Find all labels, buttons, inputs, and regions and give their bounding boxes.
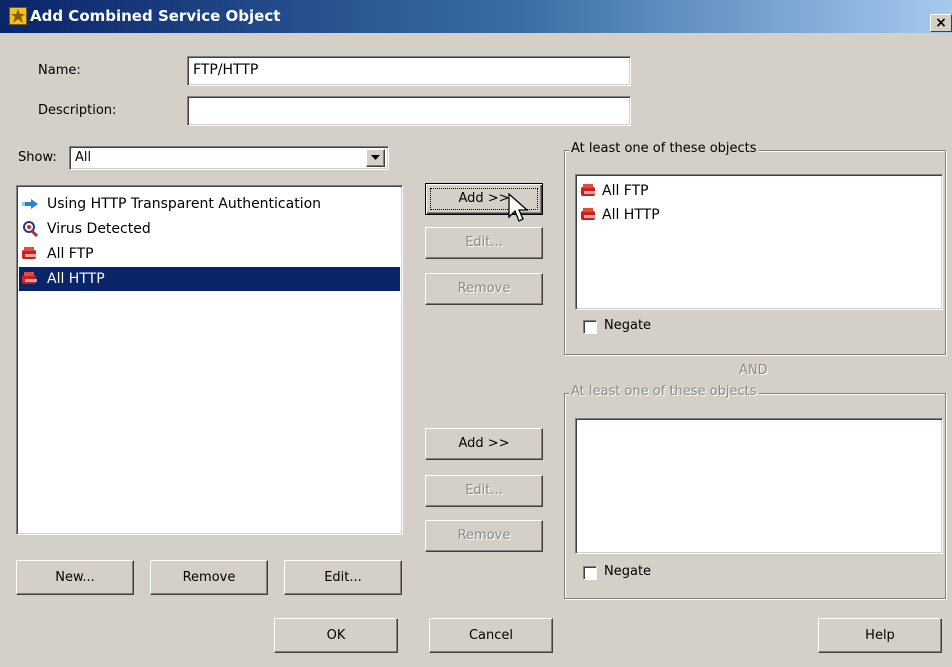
list-item-label: All FTP xyxy=(47,246,94,262)
list-item-label: All FTP xyxy=(602,183,649,199)
negate-label-1: Negate xyxy=(604,318,652,333)
negate-label-2: Negate xyxy=(604,564,652,579)
title-bar[interactable]: Add Combined Service Object × xyxy=(0,0,952,33)
show-value: All xyxy=(75,150,92,165)
list-item-label: Using HTTP Transparent Authentication xyxy=(47,196,322,212)
list-item-label: All HTTP xyxy=(47,271,105,287)
help-button-label: Help xyxy=(865,628,895,643)
chevron-down-icon xyxy=(371,155,380,160)
list-item[interactable]: All FTP xyxy=(19,242,400,266)
edit-button-label: Edit... xyxy=(324,570,362,585)
group-box-1-title: At least one of these objects xyxy=(569,141,759,156)
remove-button-1[interactable]: Remove xyxy=(425,273,543,305)
show-dropdown-button[interactable] xyxy=(366,149,385,167)
remove-button-2-label: Remove xyxy=(457,528,511,543)
show-label: Show: xyxy=(18,150,57,165)
red-service-icon xyxy=(580,183,598,199)
name-label: Name: xyxy=(38,63,81,78)
negate-checkbox-1[interactable] xyxy=(583,320,597,334)
magnifier-virus-icon xyxy=(21,221,39,238)
red-service-icon xyxy=(21,271,39,287)
cancel-button[interactable]: Cancel xyxy=(429,618,553,653)
list-item[interactable]: All HTTP xyxy=(578,203,938,227)
name-value: FTP/HTTP xyxy=(193,62,259,78)
show-select[interactable]: All xyxy=(69,146,389,170)
edit-button-2-label: Edit... xyxy=(465,483,503,498)
target-list-2[interactable] xyxy=(575,418,943,554)
list-item-label: All HTTP xyxy=(602,207,660,223)
red-service-icon xyxy=(21,246,39,262)
list-item[interactable]: All FTP xyxy=(578,179,938,203)
list-item[interactable]: Virus Detected xyxy=(19,217,400,241)
source-list[interactable]: Using HTTP Transparent Authentication Vi… xyxy=(16,185,403,535)
window-title: Add Combined Service Object xyxy=(30,7,281,25)
add-button-2-label: Add >> xyxy=(458,436,510,451)
group-box-2-title: At least one of these objects xyxy=(569,384,759,399)
description-input[interactable] xyxy=(187,96,631,126)
new-button-label: New... xyxy=(55,570,95,585)
red-service-icon xyxy=(580,207,598,223)
mouse-cursor-icon xyxy=(508,193,529,222)
cancel-button-label: Cancel xyxy=(468,628,514,643)
add-button-2[interactable]: Add >> xyxy=(425,428,543,460)
list-item-label: Virus Detected xyxy=(47,221,151,237)
ok-button[interactable]: OK xyxy=(274,618,398,653)
close-icon: × xyxy=(935,15,947,31)
list-item-selected[interactable]: All HTTP xyxy=(19,267,400,291)
app-icon xyxy=(9,7,27,25)
negate-checkbox-2[interactable] xyxy=(583,566,597,580)
name-input[interactable]: FTP/HTTP xyxy=(187,56,631,86)
new-button[interactable]: New... xyxy=(16,560,134,595)
list-item[interactable]: Using HTTP Transparent Authentication xyxy=(19,192,400,216)
edit-button-1[interactable]: Edit... xyxy=(425,227,543,259)
remove-button-1-label: Remove xyxy=(457,281,511,296)
remove-button[interactable]: Remove xyxy=(150,560,268,595)
description-label: Description: xyxy=(38,103,117,118)
and-label: AND xyxy=(739,363,768,378)
close-button[interactable]: × xyxy=(930,14,952,32)
ok-button-label: OK xyxy=(326,628,346,643)
edit-button[interactable]: Edit... xyxy=(284,560,402,595)
edit-button-2[interactable]: Edit... xyxy=(425,475,543,507)
target-list-1[interactable]: All FTP All HTTP xyxy=(575,174,943,310)
remove-button-2[interactable]: Remove xyxy=(425,520,543,552)
help-button[interactable]: Help xyxy=(818,618,942,653)
blue-arrow-icon xyxy=(21,196,39,212)
edit-button-1-label: Edit... xyxy=(465,235,503,250)
remove-button-label: Remove xyxy=(182,570,236,585)
